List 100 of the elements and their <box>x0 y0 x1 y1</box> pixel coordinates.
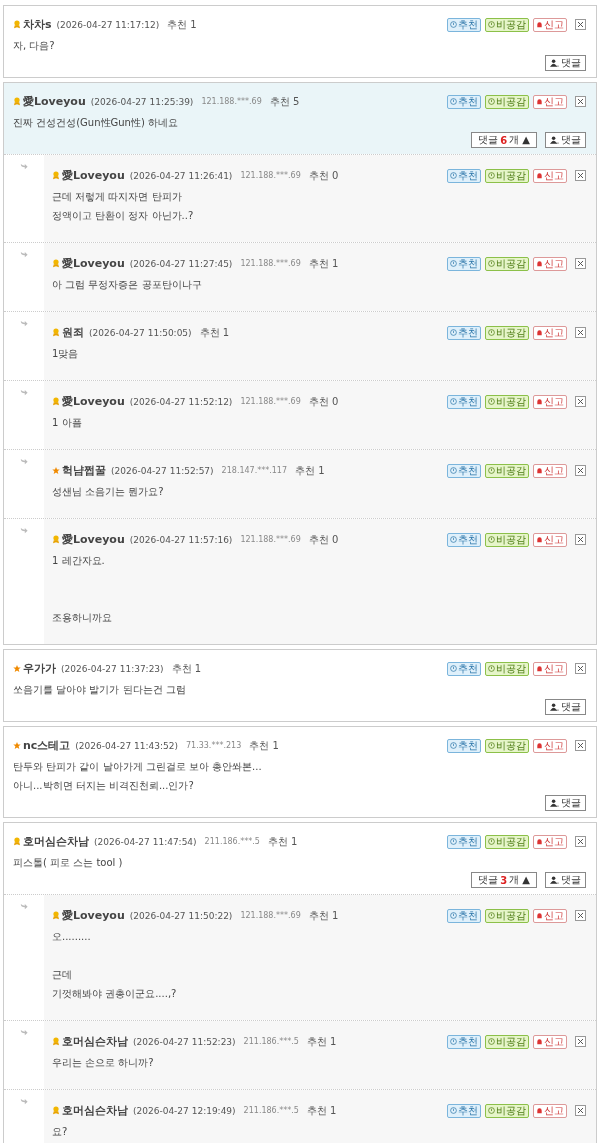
close-icon[interactable] <box>575 740 586 751</box>
vote-button[interactable]: 비공감 <box>485 394 529 409</box>
close-icon[interactable] <box>575 465 586 476</box>
vote-button[interactable]: 신고 <box>533 256 567 271</box>
vote-button[interactable]: 신고 <box>533 661 567 676</box>
recommend-count: 추천 0 <box>308 168 339 183</box>
close-icon[interactable] <box>575 96 586 107</box>
author-name[interactable]: nc스테고 <box>23 738 71 753</box>
vote-button[interactable]: 추천 <box>447 908 481 923</box>
vote-button[interactable]: 신고 <box>533 325 567 340</box>
vote-button[interactable]: 추천 <box>447 463 481 478</box>
comment-date: (2026-04-27 11:27:45) <box>129 258 233 269</box>
author-name[interactable]: 원죄 <box>62 325 84 340</box>
vote-button[interactable]: 비공감 <box>485 94 529 109</box>
vote-button[interactable]: 추천 <box>447 256 481 271</box>
person-icon <box>550 136 559 144</box>
author-name[interactable]: 愛Loveyou <box>62 256 125 271</box>
vote-button[interactable]: 신고 <box>533 908 567 923</box>
author-name[interactable]: 호머심슨차남 <box>62 1034 128 1049</box>
close-icon[interactable] <box>575 1105 586 1116</box>
vote-button[interactable]: 비공감 <box>485 256 529 271</box>
close-icon[interactable] <box>575 910 586 921</box>
reply-button[interactable]: 댓글 <box>545 699 586 715</box>
reply-button[interactable]: 댓글 <box>545 132 586 148</box>
star-icon <box>13 741 21 750</box>
vote-button[interactable]: 비공감 <box>485 325 529 340</box>
author-name[interactable]: 愛Loveyou <box>62 394 125 409</box>
close-icon[interactable] <box>575 396 586 407</box>
recommend-count: 추천 1 <box>295 463 325 478</box>
recommend-count: 추천 1 <box>306 1034 337 1049</box>
ip-address: 211.186.***.5 <box>243 1106 299 1115</box>
comment-date: (2026-04-27 11:37:23) <box>61 663 164 674</box>
vote-button[interactable]: 추천 <box>447 834 481 849</box>
author-name[interactable]: 愛Loveyou <box>62 532 125 547</box>
reply-button[interactable]: 댓글 <box>545 795 586 811</box>
medal-icon <box>52 535 60 544</box>
reply-button[interactable]: 댓글 <box>545 55 586 71</box>
info-icon <box>488 260 495 267</box>
close-icon[interactable] <box>575 170 586 181</box>
vote-button[interactable]: 신고 <box>533 532 567 547</box>
vote-button[interactable]: 추천 <box>447 1034 481 1049</box>
vote-button[interactable]: 신고 <box>533 834 567 849</box>
author-name[interactable]: 헉냠쩝꿀 <box>62 463 106 478</box>
vote-button[interactable]: 비공감 <box>485 463 529 478</box>
vote-button[interactable]: 비공감 <box>485 738 529 753</box>
author-name[interactable]: 愛Loveyou <box>62 908 125 923</box>
vote-button[interactable]: 추천 <box>447 94 481 109</box>
recommend-count: 추천 1 <box>171 661 202 676</box>
close-icon[interactable] <box>575 327 586 338</box>
vote-button[interactable]: 추천 <box>447 1103 481 1118</box>
ip-address: 121.188.***.69 <box>240 911 301 920</box>
info-icon <box>488 1107 495 1114</box>
recommend-count: 추천 1 <box>306 1103 337 1118</box>
vote-button[interactable]: 추천 <box>447 17 481 32</box>
vote-button[interactable]: 추천 <box>447 168 481 183</box>
author-name[interactable]: 우가가 <box>23 661 56 676</box>
vote-button[interactable]: 신고 <box>533 394 567 409</box>
close-icon[interactable] <box>575 19 586 30</box>
vote-button[interactable]: 신고 <box>533 1034 567 1049</box>
vote-button[interactable]: 신고 <box>533 463 567 478</box>
vote-button[interactable]: 신고 <box>533 94 567 109</box>
vote-button[interactable]: 비공감 <box>485 17 529 32</box>
replies-toggle[interactable]: 댓글 6 개 ▲ <box>471 132 537 148</box>
vote-button[interactable]: 비공감 <box>485 1034 529 1049</box>
author-name[interactable]: 愛Loveyou <box>62 168 125 183</box>
author-name[interactable]: 愛Loveyou <box>23 94 86 109</box>
info-icon <box>450 536 457 543</box>
author-name[interactable]: 차차s <box>23 17 52 32</box>
siren-icon <box>536 329 543 336</box>
vote-button[interactable]: 비공감 <box>485 661 529 676</box>
vote-button[interactable]: 비공감 <box>485 908 529 923</box>
medal-icon <box>13 20 21 29</box>
medal-icon <box>52 397 60 406</box>
vote-button[interactable]: 신고 <box>533 168 567 183</box>
person-icon <box>550 59 559 67</box>
siren-icon <box>536 21 543 28</box>
vote-button[interactable]: 신고 <box>533 738 567 753</box>
ip-address: 121.188.***.69 <box>201 97 262 106</box>
vote-button[interactable]: 추천 <box>447 325 481 340</box>
reply-button[interactable]: 댓글 <box>545 872 586 888</box>
vote-button[interactable]: 비공감 <box>485 834 529 849</box>
close-icon[interactable] <box>575 258 586 269</box>
replies-toggle[interactable]: 댓글 3 개 ▲ <box>471 872 537 888</box>
ip-address: 121.188.***.69 <box>240 259 301 268</box>
vote-button[interactable]: 추천 <box>447 532 481 547</box>
vote-button[interactable]: 비공감 <box>485 168 529 183</box>
author-name[interactable]: 호머심슨차남 <box>23 834 89 849</box>
close-icon[interactable] <box>575 534 586 545</box>
close-icon[interactable] <box>575 836 586 847</box>
vote-button[interactable]: 추천 <box>447 394 481 409</box>
author-name[interactable]: 호머심슨차남 <box>62 1103 128 1118</box>
vote-button[interactable]: 추천 <box>447 661 481 676</box>
close-icon[interactable] <box>575 1036 586 1047</box>
vote-button[interactable]: 신고 <box>533 1103 567 1118</box>
vote-button[interactable]: 비공감 <box>485 1103 529 1118</box>
vote-button[interactable]: 추천 <box>447 738 481 753</box>
recommend-count: 추천 0 <box>308 532 339 547</box>
vote-button[interactable]: 신고 <box>533 17 567 32</box>
close-icon[interactable] <box>575 663 586 674</box>
vote-button[interactable]: 비공감 <box>485 532 529 547</box>
